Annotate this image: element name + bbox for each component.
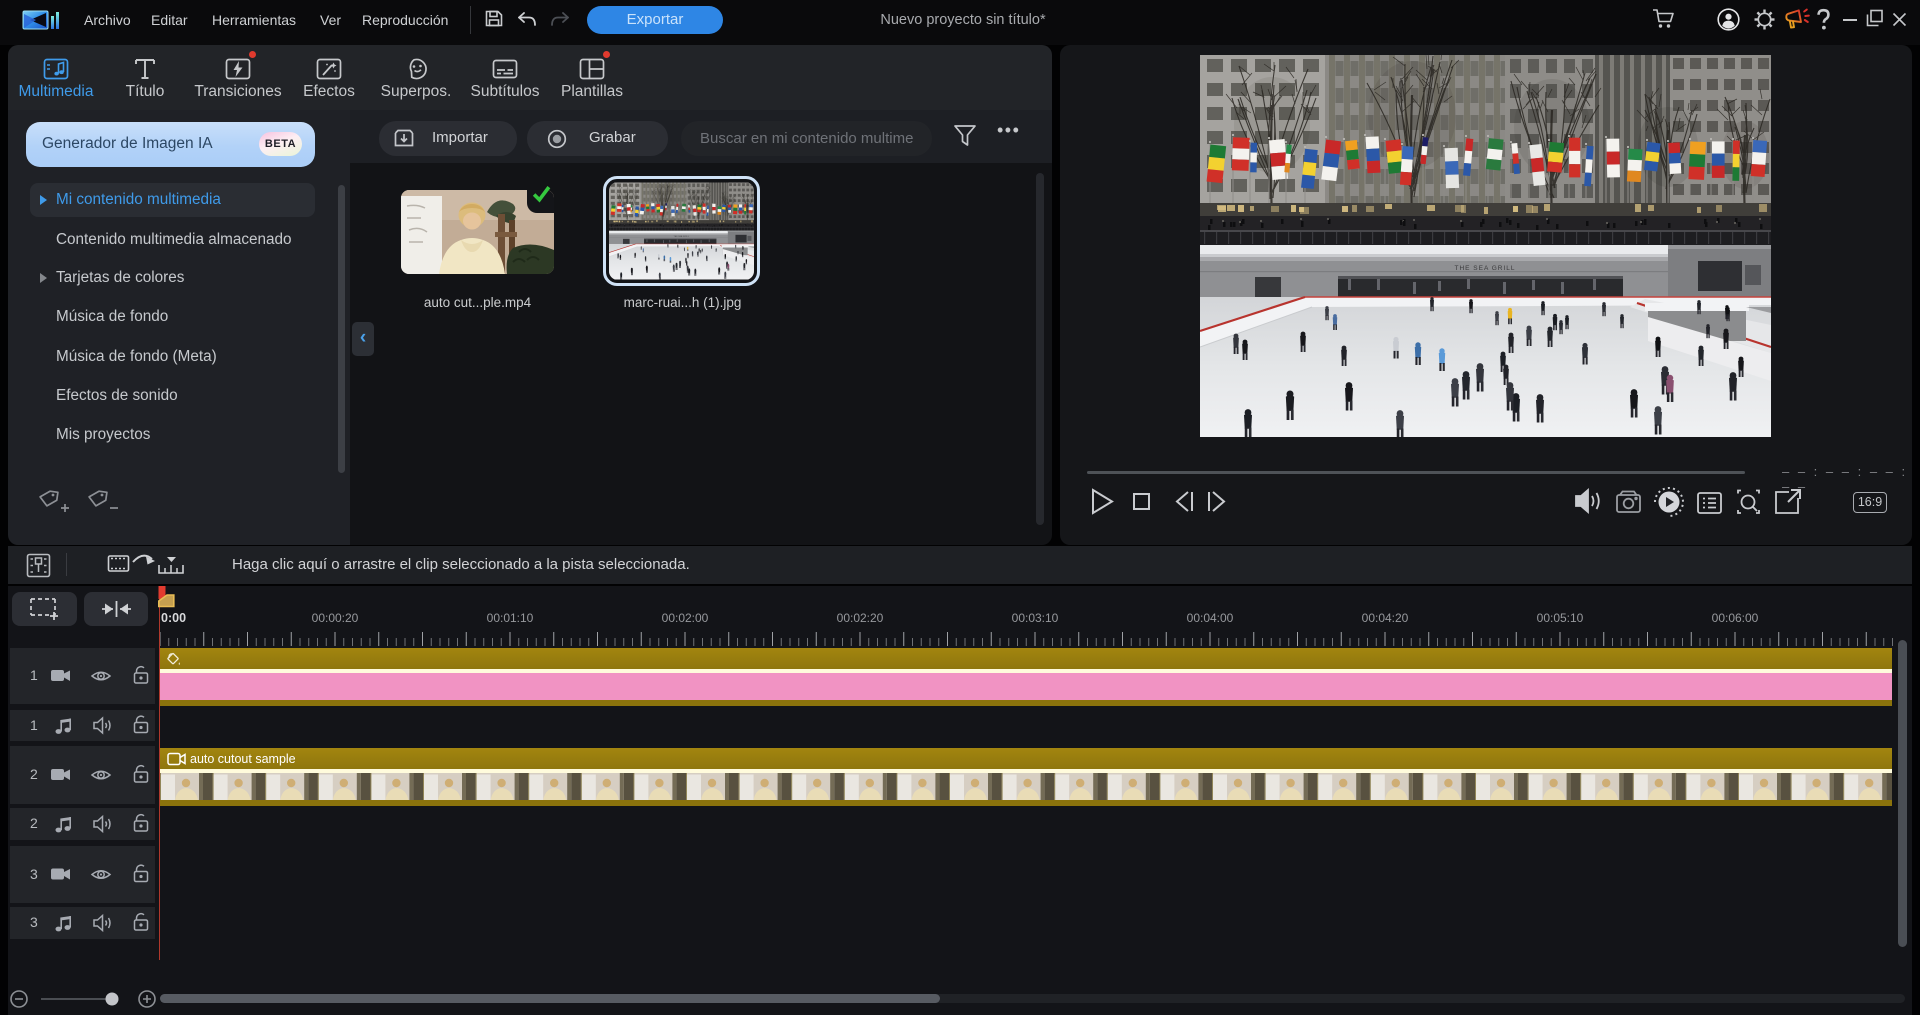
svg-text:00:04:20: 00:04:20	[1362, 611, 1409, 625]
svg-text:00:04:00: 00:04:00	[1187, 611, 1234, 625]
svg-text:00:02:00: 00:02:00	[662, 611, 709, 625]
svg-text:00:02:20: 00:02:20	[837, 611, 884, 625]
svg-text:00:01:10: 00:01:10	[487, 611, 534, 625]
svg-text:00:03:10: 00:03:10	[1012, 611, 1059, 625]
svg-text:0:00: 0:00	[161, 611, 186, 625]
svg-text:00:06:00: 00:06:00	[1712, 611, 1759, 625]
svg-text:00:00:20: 00:00:20	[312, 611, 359, 625]
svg-text:00:05:10: 00:05:10	[1537, 611, 1584, 625]
